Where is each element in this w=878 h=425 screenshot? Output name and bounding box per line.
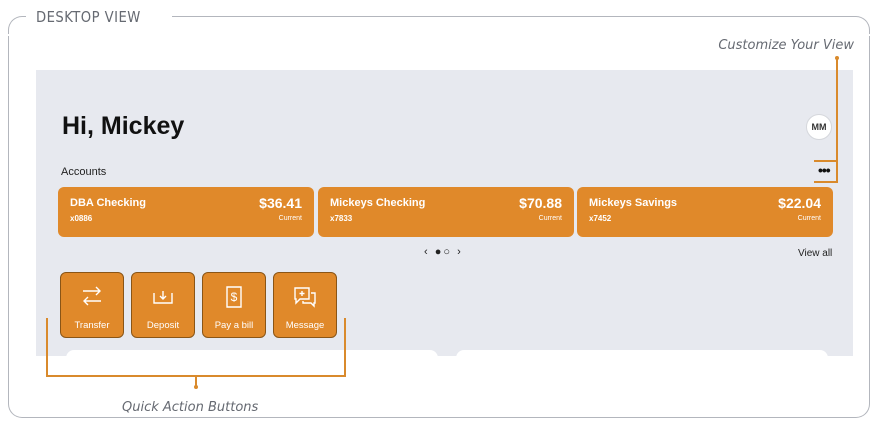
account-name: Mickeys Savings <box>589 197 678 209</box>
annotation-line-qa-right <box>344 318 346 376</box>
app-screen: Hi, Mickey MM Accounts ••• DBA Checking … <box>36 70 853 356</box>
account-number: x0886 <box>70 214 93 223</box>
bill-icon: $ <box>222 285 246 314</box>
message-label: Message <box>285 320 325 331</box>
account-card-mickeys-savings[interactable]: Mickeys Savings x7452 $22.04 Current <box>577 187 833 237</box>
account-status: Current <box>538 215 562 222</box>
transfer-label: Transfer <box>74 320 110 331</box>
accounts-label: Accounts <box>61 166 107 178</box>
account-balance: $36.41 <box>259 195 302 211</box>
lower-card-right <box>456 350 828 356</box>
deposit-button[interactable]: Deposit <box>131 272 195 338</box>
annotation-line-customize-bottom <box>814 181 838 183</box>
annotation-line-customize-top <box>814 160 838 162</box>
annotation-line-qa-left <box>46 318 48 376</box>
account-balance: $70.88 <box>519 195 562 211</box>
frame-corner-right <box>172 16 870 34</box>
svg-text:$: $ <box>231 290 238 304</box>
account-balance: $22.04 <box>778 195 821 211</box>
page-title: Hi, Mickey <box>62 112 185 140</box>
lower-card-left <box>66 350 438 356</box>
account-name: DBA Checking <box>70 197 146 209</box>
carousel-pager[interactable]: ‹ ●○ › <box>424 246 463 258</box>
customize-view-annotation: Customize Your View <box>718 38 854 53</box>
message-icon <box>292 285 318 314</box>
deposit-icon <box>151 285 175 312</box>
account-number: x7833 <box>330 214 353 223</box>
account-name: Mickeys Checking <box>330 197 426 209</box>
message-button[interactable]: Message <box>273 272 337 338</box>
annotation-line-customize <box>836 58 838 182</box>
view-all-link[interactable]: View all <box>798 248 832 259</box>
account-status: Current <box>797 215 821 222</box>
transfer-button[interactable]: Transfer <box>60 272 124 338</box>
pay-bill-label: Pay a bill <box>214 320 254 331</box>
avatar[interactable]: MM <box>806 114 832 140</box>
customize-more-button[interactable]: ••• <box>818 162 831 178</box>
annotation-dot-bottom <box>194 385 198 389</box>
deposit-label: Deposit <box>146 320 180 331</box>
account-card-dba-checking[interactable]: DBA Checking x0886 $36.41 Current <box>58 187 314 237</box>
pay-bill-button[interactable]: $ Pay a bill <box>202 272 266 338</box>
transfer-icon <box>80 285 104 312</box>
quick-actions-annotation: Quick Action Buttons <box>122 400 259 415</box>
account-card-mickeys-checking[interactable]: Mickeys Checking x7833 $70.88 Current <box>318 187 574 237</box>
desktop-view-label: DESKTOP VIEW <box>36 8 141 26</box>
account-status: Current <box>278 215 302 222</box>
account-number: x7452 <box>589 214 612 223</box>
